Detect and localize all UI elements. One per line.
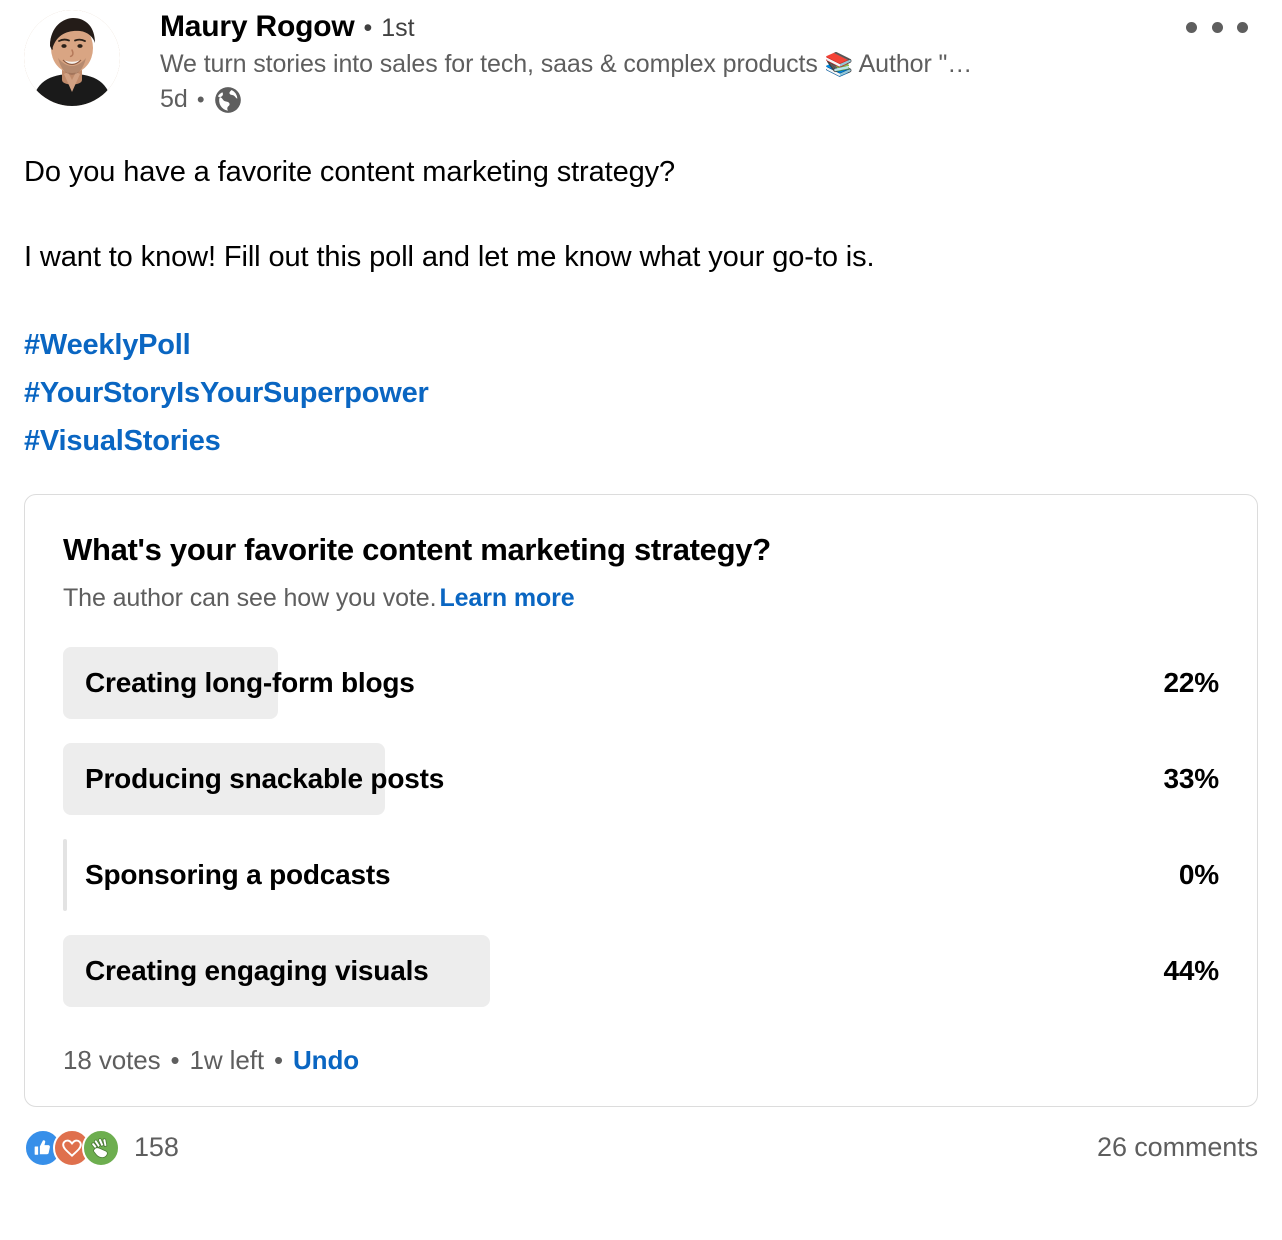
poll-vote-count: 18 votes bbox=[63, 1044, 161, 1075]
dot-icon bbox=[1211, 21, 1223, 33]
hashtag-yourstoryisyoursuperpower[interactable]: #YourStoryIsYourSuperpower bbox=[24, 370, 1258, 418]
poll-option-label: Creating long-form blogs bbox=[85, 666, 415, 698]
poll-option-creating-engaging-visuals[interactable]: Creating engaging visuals 44% bbox=[63, 934, 1220, 1007]
poll-option-percent: 33% bbox=[1163, 762, 1220, 794]
poll-subtitle-text: The author can see how you vote. bbox=[63, 583, 437, 612]
post-header: Maury Rogow • 1st We turn stories into s… bbox=[0, 0, 1282, 114]
poll-option-producing-snackable-posts[interactable]: Producing snackable posts 33% bbox=[63, 742, 1220, 815]
hashtag-visualstories[interactable]: #VisualStories bbox=[24, 418, 1258, 466]
celebrate-reaction-icon bbox=[82, 1128, 120, 1167]
reaction-count: 158 bbox=[134, 1132, 179, 1163]
poll-question: What's your favorite content marketing s… bbox=[63, 531, 771, 567]
author-avatar[interactable] bbox=[24, 10, 120, 106]
comments-count[interactable]: 26 comments bbox=[1097, 1132, 1258, 1163]
poll-option-label: Sponsoring a podcasts bbox=[85, 858, 391, 890]
hashtag-list: #WeeklyPoll #YourStoryIsYourSuperpower #… bbox=[24, 322, 1258, 466]
reactions-summary[interactable]: 158 bbox=[24, 1128, 179, 1167]
poll-subtitle: The author can see how you vote. Learn mo… bbox=[63, 584, 1219, 613]
poll-card: What's your favorite content marketing s… bbox=[24, 493, 1258, 1107]
author-name-line: Maury Rogow • 1st bbox=[160, 10, 1282, 44]
post-text-line-2: I want to know! Fill out this poll and l… bbox=[24, 241, 875, 274]
name-separator: • bbox=[363, 14, 373, 42]
poll-option-label: Producing snackable posts bbox=[85, 762, 445, 794]
dot-icon bbox=[1237, 21, 1248, 33]
poll-option-sponsoring-a-podcasts[interactable]: Sponsoring a podcasts 0% bbox=[63, 838, 1219, 911]
avatar-photo bbox=[24, 10, 120, 106]
post-meta: 5d • bbox=[160, 85, 1282, 114]
author-headline: We turn stories into sales for tech, saa… bbox=[160, 50, 1282, 79]
headline-suffix: Author "… bbox=[858, 50, 973, 78]
poll-option-percent: 0% bbox=[1178, 858, 1219, 890]
footer-separator: • bbox=[273, 1044, 283, 1075]
linkedin-post: Maury Rogow • 1st We turn stories into s… bbox=[0, 0, 1282, 1240]
headline-text: We turn stories into sales for tech, saa… bbox=[160, 50, 818, 78]
post-text-line-1: Do you have a favorite content marketing… bbox=[24, 156, 676, 188]
connection-degree: 1st bbox=[381, 14, 415, 42]
post-body: Do you have a favorite content marketing… bbox=[0, 154, 1282, 466]
globe-icon bbox=[214, 86, 242, 114]
reaction-icon-group bbox=[24, 1128, 120, 1167]
poll-option-percent: 22% bbox=[1163, 666, 1220, 698]
social-counts-bar: 158 26 comments bbox=[0, 1107, 1282, 1167]
text-spacer bbox=[24, 191, 1258, 239]
meta-separator: • bbox=[196, 86, 205, 112]
poll-time-left: 1w left bbox=[189, 1044, 265, 1075]
learn-more-link[interactable]: Learn more bbox=[439, 584, 574, 612]
poll-option-percent: 44% bbox=[1163, 954, 1220, 986]
post-timestamp: 5d bbox=[160, 85, 188, 113]
author-info: Maury Rogow • 1st We turn stories into s… bbox=[160, 8, 1282, 114]
author-name[interactable]: Maury Rogow bbox=[160, 10, 355, 44]
footer-separator: • bbox=[170, 1044, 180, 1075]
poll-footer: 18 votes • 1w left • Undo bbox=[63, 1045, 1219, 1076]
post-more-options-button[interactable] bbox=[1186, 12, 1248, 42]
hashtag-weeklypoll[interactable]: #WeeklyPoll bbox=[24, 322, 1258, 370]
books-icon: 📚 bbox=[824, 51, 854, 77]
poll-option-label: Creating engaging visuals bbox=[85, 954, 429, 986]
poll-option-creating-long-form-blogs[interactable]: Creating long-form blogs 22% bbox=[63, 646, 1220, 719]
dot-icon bbox=[1186, 21, 1197, 33]
undo-vote-link[interactable]: Undo bbox=[293, 1045, 359, 1076]
poll-options: Creating long-form blogs 22% Producing s… bbox=[63, 646, 1220, 1007]
